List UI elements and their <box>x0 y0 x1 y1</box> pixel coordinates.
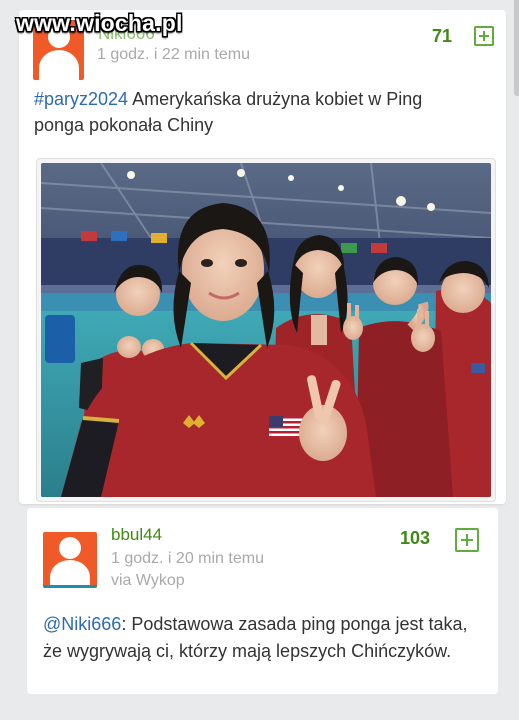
post-card: Niki666 1 godz. i 22 min temu 71 #paryz2… <box>19 10 506 504</box>
post-vote-count: 71 <box>432 26 453 46</box>
hashtag-link[interactable]: #paryz2024 <box>34 89 128 109</box>
team-photo-image <box>41 163 491 497</box>
avatar-stripe <box>43 585 97 588</box>
avatar-body-icon <box>50 560 90 588</box>
avatar[interactable] <box>43 532 97 588</box>
avatar-body-icon <box>38 50 79 80</box>
mention-link[interactable]: @Niki666 <box>43 614 121 634</box>
comment-username[interactable]: bbul44 <box>111 525 162 545</box>
plus-vote-button[interactable] <box>455 528 479 552</box>
avatar-head-icon <box>59 537 81 559</box>
comment-body: @Niki666: Podstawowa zasada ping ponga j… <box>43 611 483 665</box>
comment-card: bbul44 1 godz. i 20 min temu via Wykop 1… <box>27 508 498 694</box>
embedded-photo-frame[interactable] <box>36 158 496 502</box>
post-body: #paryz2024 Amerykańska drużyna kobiet w … <box>34 86 474 138</box>
plus-vote-button[interactable] <box>474 26 494 46</box>
team-photo[interactable] <box>41 163 491 497</box>
comment-vote-count: 103 <box>400 528 431 548</box>
plus-icon-stem <box>466 534 468 546</box>
plus-icon-stem <box>483 31 485 41</box>
comment-source[interactable]: via Wykop <box>111 572 185 590</box>
scrollbar[interactable] <box>514 0 519 96</box>
post-timestamp[interactable]: 1 godz. i 22 min temu <box>97 46 250 64</box>
site-watermark: www.wiocha.pl <box>16 10 183 36</box>
comment-timestamp[interactable]: 1 godz. i 20 min temu <box>111 550 264 568</box>
